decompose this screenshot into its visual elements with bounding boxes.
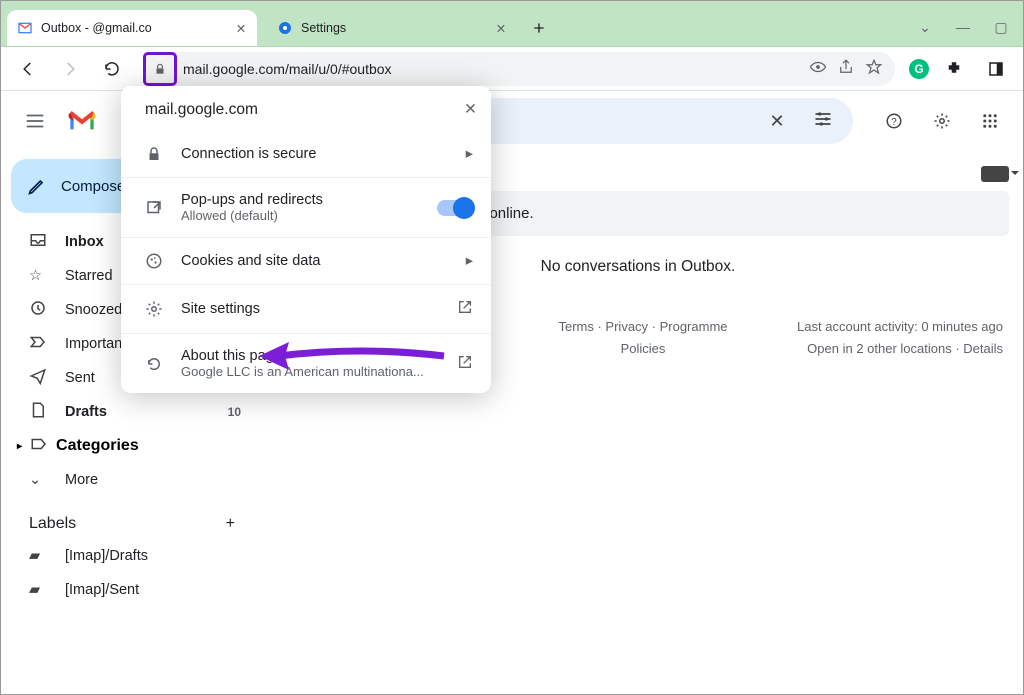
star-icon: ☆ bbox=[29, 268, 49, 284]
search-options-icon[interactable] bbox=[803, 109, 843, 134]
popups-row[interactable]: Pop-ups and redirects Allowed (default) bbox=[121, 177, 491, 237]
connection-secure-row[interactable]: Connection is secure ▸ bbox=[121, 131, 491, 177]
chevron-down-icon: ⌄ bbox=[29, 472, 49, 488]
sidebar-item-more[interactable]: ⌄More bbox=[11, 463, 251, 497]
compose-label: Compose bbox=[61, 178, 125, 195]
minimize-icon[interactable]: — bbox=[955, 19, 971, 36]
cookies-row[interactable]: Cookies and site data ▸ bbox=[121, 237, 491, 284]
close-icon[interactable]: ✕ bbox=[464, 100, 477, 119]
footer-links[interactable]: Terms · Privacy · Programme Policies bbox=[535, 316, 751, 360]
gmail-favicon-icon bbox=[17, 20, 33, 36]
cookie-icon bbox=[145, 252, 163, 270]
gmail-logo-icon[interactable] bbox=[67, 109, 97, 133]
gear-icon bbox=[145, 300, 163, 318]
extensions-icon[interactable] bbox=[937, 52, 971, 86]
input-tools-icon[interactable] bbox=[981, 166, 1009, 182]
labels-header: Labels bbox=[29, 515, 76, 533]
label-icon: ▰ bbox=[29, 582, 49, 598]
tab-title: Outbox - @gmail.co bbox=[41, 21, 225, 35]
important-icon bbox=[29, 333, 49, 355]
file-icon bbox=[29, 401, 49, 423]
refresh-info-icon bbox=[145, 355, 163, 373]
activity-line1: Last account activity: 0 minutes ago bbox=[773, 316, 1003, 338]
svg-text:?: ? bbox=[891, 117, 897, 128]
apps-grid-icon[interactable] bbox=[969, 100, 1011, 142]
sidebar-label-imap-sent[interactable]: ▰[Imap]/Sent bbox=[11, 573, 251, 607]
popover-host: mail.google.com bbox=[145, 101, 258, 119]
share-icon[interactable] bbox=[837, 58, 855, 79]
sidebar-item-drafts[interactable]: Drafts10 bbox=[11, 395, 251, 429]
open-external-icon bbox=[457, 299, 473, 319]
sidepanel-icon[interactable] bbox=[979, 52, 1013, 86]
url-text: mail.google.com/mail/u/0/#outbox bbox=[183, 61, 803, 77]
tab-outbox[interactable]: Outbox - @gmail.co ✕ bbox=[7, 10, 257, 46]
chevron-right-icon: ▸ bbox=[466, 253, 473, 269]
lock-icon bbox=[145, 145, 163, 163]
settings-favicon-icon bbox=[277, 20, 293, 36]
titlebar: Outbox - @gmail.co ✕ Settings ✕ ⌄ — ▢ bbox=[1, 1, 1023, 47]
forward-button[interactable] bbox=[53, 52, 87, 86]
clear-search-icon[interactable]: ✕ bbox=[757, 111, 797, 132]
tab-title: Settings bbox=[301, 21, 485, 35]
chevron-right-icon: ▸ bbox=[466, 146, 473, 162]
reload-button[interactable] bbox=[95, 52, 129, 86]
chevron-down-icon[interactable]: ⌄ bbox=[917, 19, 933, 36]
about-page-row[interactable]: About this page Google LLC is an America… bbox=[121, 333, 491, 393]
inbox-icon bbox=[29, 231, 49, 253]
sidebar-label-imap-drafts[interactable]: ▰[Imap]/Drafts bbox=[11, 539, 251, 573]
new-tab-button[interactable] bbox=[525, 14, 553, 42]
back-button[interactable] bbox=[11, 52, 45, 86]
sidebar-item-categories[interactable]: ▸Categories bbox=[11, 429, 251, 463]
clock-icon bbox=[29, 299, 49, 321]
star-icon[interactable] bbox=[865, 58, 883, 79]
tab-settings[interactable]: Settings ✕ bbox=[267, 10, 517, 46]
site-info-popover: mail.google.com ✕ Connection is secure ▸… bbox=[121, 86, 491, 393]
site-info-button[interactable] bbox=[143, 52, 177, 86]
eye-icon[interactable] bbox=[809, 58, 827, 79]
activity-line2[interactable]: Open in 2 other locations · Details bbox=[773, 338, 1003, 360]
browser-toolbar: mail.google.com/mail/u/0/#outbox G bbox=[1, 47, 1023, 91]
main-menu-button[interactable] bbox=[13, 99, 57, 143]
popup-icon bbox=[145, 199, 163, 217]
open-external-icon bbox=[457, 354, 473, 374]
maximize-icon[interactable]: ▢ bbox=[993, 19, 1009, 36]
tag-icon bbox=[30, 435, 48, 458]
popups-toggle[interactable] bbox=[437, 200, 473, 216]
add-label-button[interactable]: + bbox=[226, 515, 235, 533]
support-icon[interactable]: ? bbox=[873, 100, 915, 142]
pencil-icon bbox=[27, 176, 47, 196]
close-icon[interactable]: ✕ bbox=[493, 20, 509, 36]
site-settings-row[interactable]: Site settings bbox=[121, 284, 491, 333]
close-icon[interactable]: ✕ bbox=[233, 20, 249, 36]
address-bar[interactable]: mail.google.com/mail/u/0/#outbox bbox=[143, 52, 895, 86]
label-icon: ▰ bbox=[29, 548, 49, 564]
send-icon bbox=[29, 367, 49, 389]
grammarly-icon[interactable]: G bbox=[909, 59, 929, 79]
settings-gear-icon[interactable] bbox=[921, 100, 963, 142]
